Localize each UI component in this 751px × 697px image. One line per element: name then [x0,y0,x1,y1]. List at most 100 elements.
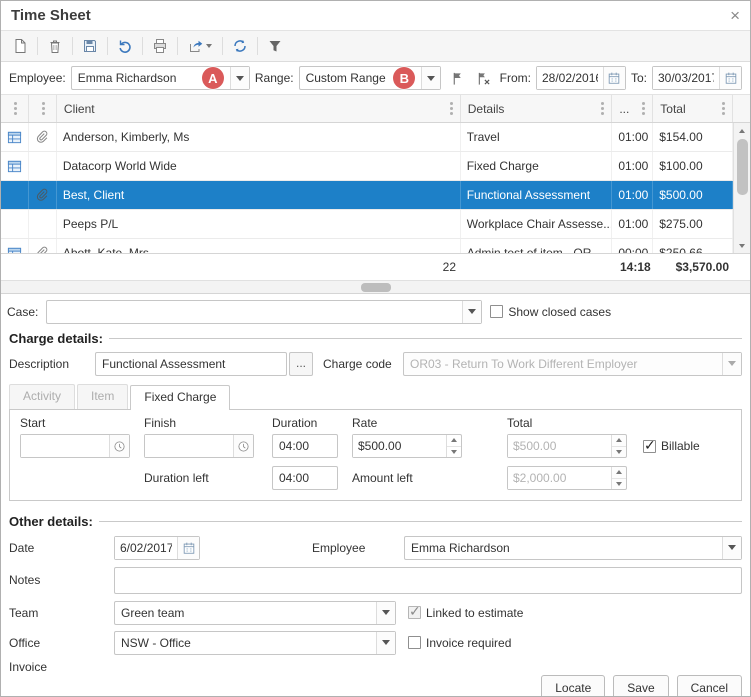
scroll-up-button[interactable] [734,123,750,138]
tab-fixed-charge[interactable]: Fixed Charge [130,385,230,410]
invoice-required-checkbox[interactable]: Invoice required [408,636,511,650]
rate-spinner[interactable] [446,435,461,457]
duration-left-input[interactable] [272,466,338,490]
range-filter-combo[interactable]: Custom Range B [299,66,442,90]
team-label: Team [9,606,114,620]
horizontal-scrollbar-thumb[interactable] [361,283,391,292]
notes-input[interactable] [114,567,742,594]
chevron-down-icon [427,76,435,81]
show-closed-cases-checkbox[interactable]: Show closed cases [490,305,611,319]
charge-details-title: Charge details: [9,331,103,346]
total-input[interactable] [508,435,611,457]
column-menu-icon[interactable] [14,107,17,110]
checkbox-unchecked-icon[interactable] [490,305,503,318]
column-menu-icon[interactable] [642,107,645,110]
column-menu-icon[interactable] [42,107,45,110]
close-icon[interactable]: × [730,7,740,24]
table-row[interactable]: Peeps P/L Workplace Chair Assesse... 01:… [1,210,733,239]
date-calendar-button[interactable] [177,537,199,559]
locate-button[interactable]: Locate [541,675,605,697]
scroll-down-button[interactable] [734,238,750,253]
employee-filter-combo[interactable]: Emma Richardson A [71,66,250,90]
from-date-calendar-button[interactable] [603,67,625,89]
rate-input[interactable] [353,435,446,457]
start-clock-button[interactable] [109,435,129,457]
spinner-down-icon[interactable] [612,479,626,490]
chevron-down-icon [728,361,736,366]
employee-combo[interactable]: Emma Richardson [404,536,742,560]
paperclip-icon [35,130,49,144]
table-row[interactable]: Abott, Kate, Mrs Admin test of item - OR… [1,239,733,253]
column-menu-icon[interactable] [722,107,725,110]
print-button[interactable] [147,34,173,58]
description-browse-button[interactable]: ... [289,352,313,376]
table-row-selected[interactable]: Best, Client Functional Assessment 01:00… [1,181,733,210]
office-dropdown-button[interactable] [376,632,395,654]
amount-left-spinner[interactable] [611,467,626,489]
checkbox-unchecked-icon[interactable] [408,636,421,649]
finish-clock-button[interactable] [233,435,253,457]
charge-code-combo[interactable]: OR03 - Return To Work Different Employer [403,352,742,376]
date-input[interactable] [115,537,177,559]
description-input[interactable] [95,352,287,376]
charge-code-dropdown-button[interactable] [722,353,741,375]
new-document-button[interactable] [7,34,33,58]
set-flag-button[interactable] [446,67,468,89]
spinner-down-icon[interactable] [612,447,626,458]
grid-header-total[interactable]: Total [653,95,733,122]
grid-header-duration[interactable]: ... [612,95,653,122]
cancel-button[interactable]: Cancel [677,675,742,697]
checkbox-checked-icon[interactable] [643,440,656,453]
grid-header-details[interactable]: Details [461,95,613,122]
range-filter-label: Range: [255,71,294,85]
grid-header-icon-col-1[interactable] [1,95,29,122]
footer-buttons: Locate Save Cancel [1,675,750,697]
case-dropdown-button[interactable] [462,301,481,323]
clear-flag-button[interactable] [473,67,495,89]
table-row[interactable]: Datacorp World Wide Fixed Charge 01:00 $… [1,152,733,181]
delete-button[interactable] [42,34,68,58]
spinner-up-icon[interactable] [612,435,626,447]
refresh-button[interactable] [227,34,253,58]
charge-code-label: Charge code [323,357,403,371]
export-button[interactable] [182,34,218,58]
office-combo[interactable]: NSW - Office [114,631,396,655]
total-spinner[interactable] [611,435,626,457]
paperclip-icon [35,188,49,202]
team-combo[interactable]: Green team [114,601,396,625]
undo-button[interactable] [112,34,138,58]
billable-checkbox[interactable]: Billable [643,439,700,453]
column-menu-icon[interactable] [601,107,604,110]
from-date-input[interactable] [537,67,603,89]
to-date-calendar-button[interactable] [719,67,741,89]
amount-left-input[interactable] [508,467,611,489]
vertical-scrollbar-thumb[interactable] [737,139,748,195]
start-time-input[interactable] [21,435,109,457]
employee-dropdown-button[interactable] [722,537,741,559]
save-button[interactable] [77,34,103,58]
horizontal-scrollbar[interactable] [1,280,750,293]
rate-label: Rate [352,416,462,430]
team-dropdown-button[interactable] [376,602,395,624]
employee-dropdown-button[interactable] [230,67,249,89]
toolbar-separator [177,37,178,55]
spinner-down-icon[interactable] [447,447,461,458]
toolbar-separator [257,37,258,55]
to-date-input[interactable] [653,67,719,89]
filter-button[interactable] [262,34,288,58]
save-button-footer[interactable]: Save [613,675,668,697]
spinner-up-icon[interactable] [612,467,626,479]
range-dropdown-button[interactable] [421,67,440,89]
grid-header-icon-col-2[interactable] [29,95,57,122]
summary-duration: 14:18 [614,260,655,274]
case-combo[interactable] [46,300,482,324]
spinner-up-icon[interactable] [447,435,461,447]
fixed-charge-panel: Start Finish Duration Rate Total [9,409,742,501]
vertical-scrollbar[interactable] [733,123,750,253]
finish-time-input[interactable] [145,435,233,457]
column-menu-icon[interactable] [450,107,453,110]
chevron-down-icon [382,640,390,645]
duration-input[interactable] [272,434,338,458]
grid-header-client[interactable]: Client [57,95,461,122]
table-row[interactable]: Anderson, Kimberly, Ms Travel 01:00 $154… [1,123,733,152]
